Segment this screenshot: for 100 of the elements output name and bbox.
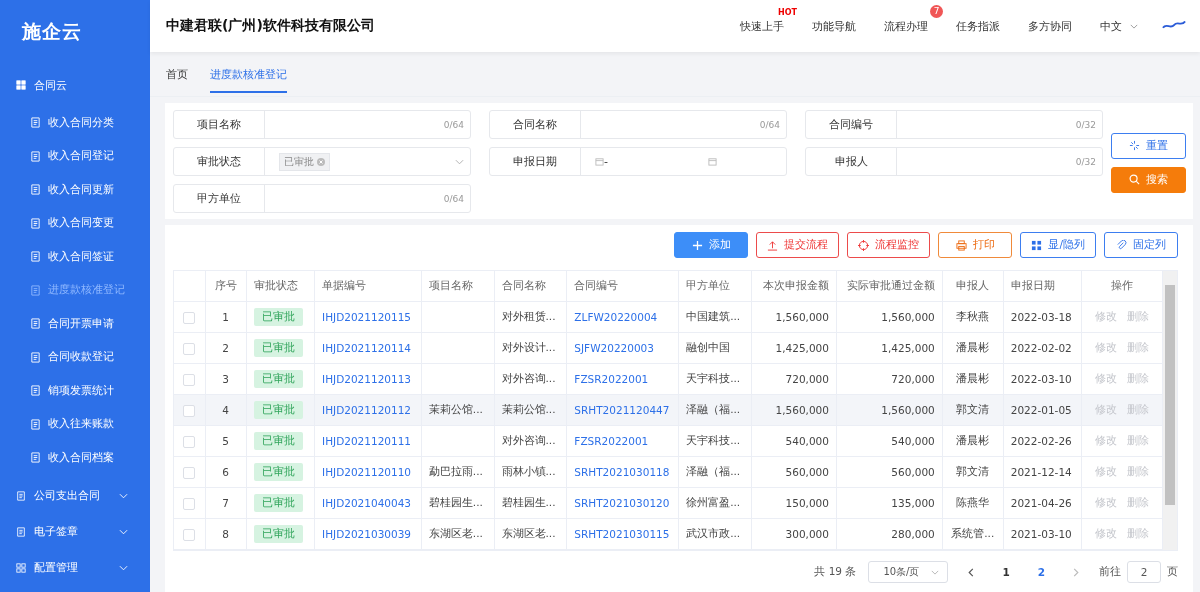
table-cell: 中国建筑...	[686, 310, 741, 322]
table-link[interactable]: IHJD2021030039	[322, 528, 412, 540]
menu-group[interactable]: 公司支出合同	[0, 480, 150, 511]
sidebar-item[interactable]: 收入合同档案	[0, 441, 150, 475]
table-cell: 2021-03-10	[1010, 528, 1072, 540]
table-cell: 对外设计...	[501, 341, 556, 353]
nav-link[interactable]: 流程办理	[884, 18, 928, 34]
nav-link[interactable]: 功能导航	[812, 18, 856, 34]
tab[interactable]: 首页	[166, 55, 188, 93]
page-number[interactable]: 1	[994, 566, 1018, 578]
table-cell: 系统管...	[951, 527, 995, 539]
field-label: 合同编号	[806, 111, 897, 138]
table-cell: 陈燕华	[956, 496, 990, 508]
table-cell: 碧桂园生...	[501, 496, 556, 508]
filter-button[interactable]: 搜索	[1111, 166, 1186, 193]
page-input[interactable]: 2	[1127, 561, 1161, 583]
filter-field[interactable]: 申报人 0/32	[805, 147, 1103, 176]
page-size-select[interactable]: 10条/页	[868, 561, 949, 583]
logo[interactable]: 施企云	[0, 0, 150, 64]
toolbar-button[interactable]: 显/隐列	[1020, 232, 1096, 258]
table-cell: 郭文清	[956, 465, 990, 477]
field-label: 项目名称	[174, 111, 265, 138]
filter-field[interactable]: 合同编号 0/32	[805, 110, 1103, 139]
sidebar-item[interactable]: 销项发票统计	[0, 374, 150, 408]
row-checkbox[interactable]	[183, 373, 196, 386]
sidebar-item[interactable]: 收入往来账款	[0, 407, 150, 441]
filter-field[interactable]: 甲方单位 0/64	[173, 184, 471, 213]
filter-button[interactable]: 重置	[1111, 132, 1186, 159]
filter-field[interactable]: 审批状态 已审批	[173, 147, 471, 176]
document-icon	[16, 526, 26, 537]
filter-field[interactable]: 合同名称 0/64	[489, 110, 787, 139]
toolbar-button[interactable]: 固定列	[1104, 232, 1178, 258]
language-select[interactable]: 中文	[1100, 18, 1138, 34]
table-cell: 勐巴拉雨...	[428, 465, 483, 477]
selected-tag[interactable]: 已审批	[279, 152, 330, 171]
calendar-icon	[708, 157, 717, 166]
table-link[interactable]: IHJD2021120111	[322, 435, 412, 447]
filter-field[interactable]: 项目名称 0/64	[173, 110, 471, 139]
table-cell: 1	[222, 311, 229, 323]
table-link[interactable]: FZSR2022001	[574, 373, 649, 385]
chevron-down-icon	[931, 569, 940, 575]
toolbar-button[interactable]: 添加	[674, 232, 749, 258]
document-icon	[30, 318, 41, 330]
toolbar-button[interactable]: 流程监控	[847, 232, 931, 258]
next-page-icon[interactable]	[1073, 567, 1079, 577]
nav-link[interactable]: 多方协同	[1028, 18, 1072, 34]
table-link[interactable]: SRHT2021030120	[574, 497, 670, 509]
nav-link[interactable]: 快速上手	[740, 18, 784, 34]
row-checkbox[interactable]	[183, 435, 196, 448]
sidebar-item[interactable]: 收入合同签证	[0, 240, 150, 274]
table-link[interactable]: ZLFW20220004	[574, 311, 658, 323]
status-tag: 已审批	[253, 339, 303, 357]
hot-label: HOT	[778, 7, 797, 17]
table-link[interactable]: SJFW20220003	[574, 342, 654, 354]
nav-link[interactable]: 任务指派	[956, 18, 1000, 34]
sidebar-item[interactable]: 收入合同变更	[0, 206, 150, 240]
table-link[interactable]: SRHT2021030115	[574, 528, 670, 540]
chevron-down-icon	[1130, 23, 1138, 29]
table-link[interactable]: IHJD2021120114	[322, 342, 412, 354]
table-link[interactable]: IHJD2021120113	[322, 373, 412, 385]
menu-group[interactable]: 合同云	[0, 70, 150, 100]
row-checkbox[interactable]	[183, 466, 196, 479]
table-cell: 天宇科技...	[686, 372, 741, 384]
count-badge: 7	[930, 4, 943, 18]
table-cell: 1,560,000	[775, 311, 829, 323]
sidebar-item[interactable]: 收入合同分类	[0, 106, 150, 140]
field-label: 申报人	[806, 148, 897, 175]
field-label: 申报日期	[490, 148, 581, 175]
row-checkbox[interactable]	[183, 311, 196, 324]
previous-page-icon[interactable]	[968, 567, 975, 577]
row-checkbox[interactable]	[183, 404, 196, 417]
scrollbar[interactable]	[1163, 271, 1177, 550]
toolbar-button[interactable]: 打印	[938, 232, 1013, 258]
document-icon	[30, 418, 41, 430]
table-link[interactable]: IHJD2021120115	[322, 311, 412, 323]
sidebar-item[interactable]: 合同开票申请	[0, 307, 150, 341]
filter-field[interactable]: 申报日期 -	[489, 147, 787, 176]
row-checkbox[interactable]	[183, 342, 196, 355]
sidebar-item[interactable]: 收入合同更新	[0, 173, 150, 207]
field-label: 合同名称	[490, 111, 581, 138]
close-icon[interactable]	[317, 157, 325, 166]
table-cell: 150,000	[785, 497, 829, 509]
tab[interactable]: 进度款核准登记	[210, 55, 287, 93]
table-link[interactable]: FZSR2022001	[574, 435, 649, 447]
menu-group[interactable]: 电子签章	[0, 516, 150, 547]
sidebar-item[interactable]: 进度款核准登记	[0, 273, 150, 307]
menu-group[interactable]: 配置管理	[0, 552, 150, 583]
table-link[interactable]: IHJD2021120110	[322, 466, 412, 478]
table-cell: 茉莉公馆...	[428, 403, 483, 415]
table-link[interactable]: SRHT2021030118	[574, 466, 670, 478]
row-checkbox[interactable]	[183, 528, 196, 541]
row-checkbox[interactable]	[183, 497, 196, 510]
chevron-down-icon	[119, 492, 128, 499]
page-number[interactable]: 2	[1029, 566, 1053, 578]
table-link[interactable]: IHJD2021040043	[322, 497, 412, 509]
sidebar-item[interactable]: 收入合同登记	[0, 139, 150, 173]
status-tag: 已审批	[253, 432, 303, 450]
toolbar-button[interactable]: 提交流程	[756, 232, 840, 258]
sidebar-item[interactable]: 合同收款登记	[0, 340, 150, 374]
table-cell: 2022-01-05	[1010, 404, 1072, 416]
